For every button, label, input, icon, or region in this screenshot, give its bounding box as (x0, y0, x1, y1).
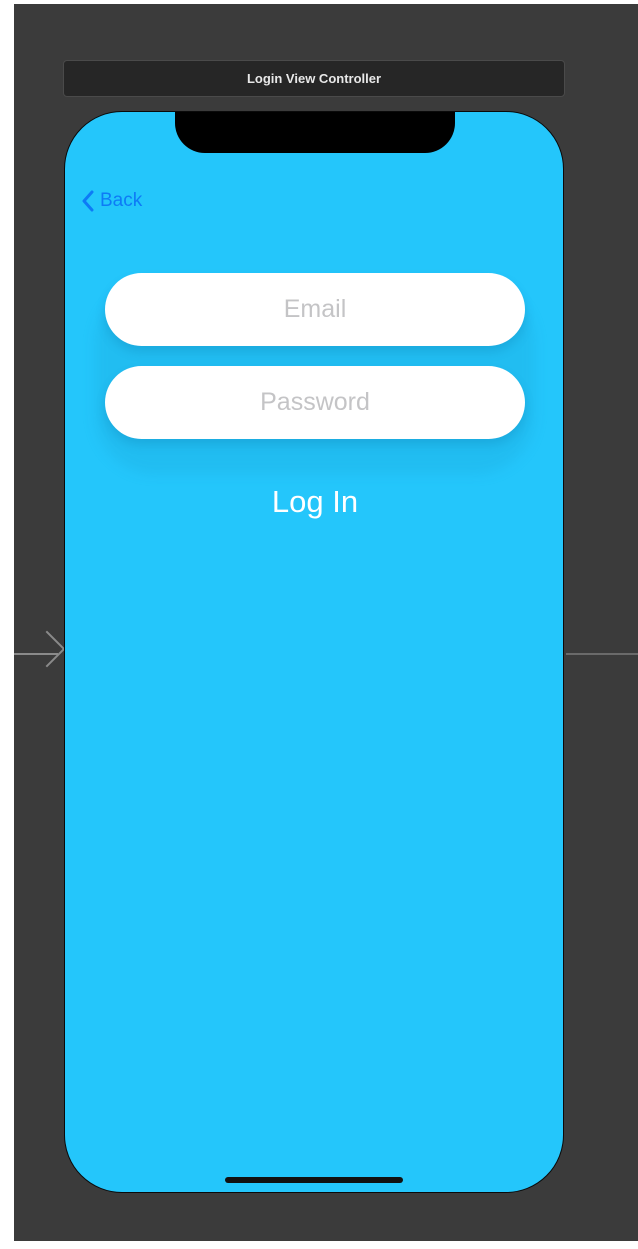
login-button-label: Log In (271, 484, 359, 519)
back-button[interactable]: Back (81, 186, 142, 216)
login-button[interactable]: Log In (215, 478, 415, 526)
entry-point-arrow-icon (28, 630, 66, 668)
email-field[interactable] (105, 273, 525, 346)
password-field[interactable] (105, 366, 525, 439)
back-button-label: Back (100, 190, 143, 211)
device-notch (175, 112, 455, 153)
device-screen: Back Log In (64, 111, 564, 1193)
scene-title-bar[interactable]: Login View Controller (63, 60, 565, 97)
scene-title: Login View Controller (246, 71, 382, 86)
home-indicator (225, 1177, 403, 1183)
segue-connection-line (566, 653, 638, 655)
storyboard-canvas: Login View Controller Back Log In (14, 4, 638, 1241)
chevron-left-icon (82, 190, 94, 212)
